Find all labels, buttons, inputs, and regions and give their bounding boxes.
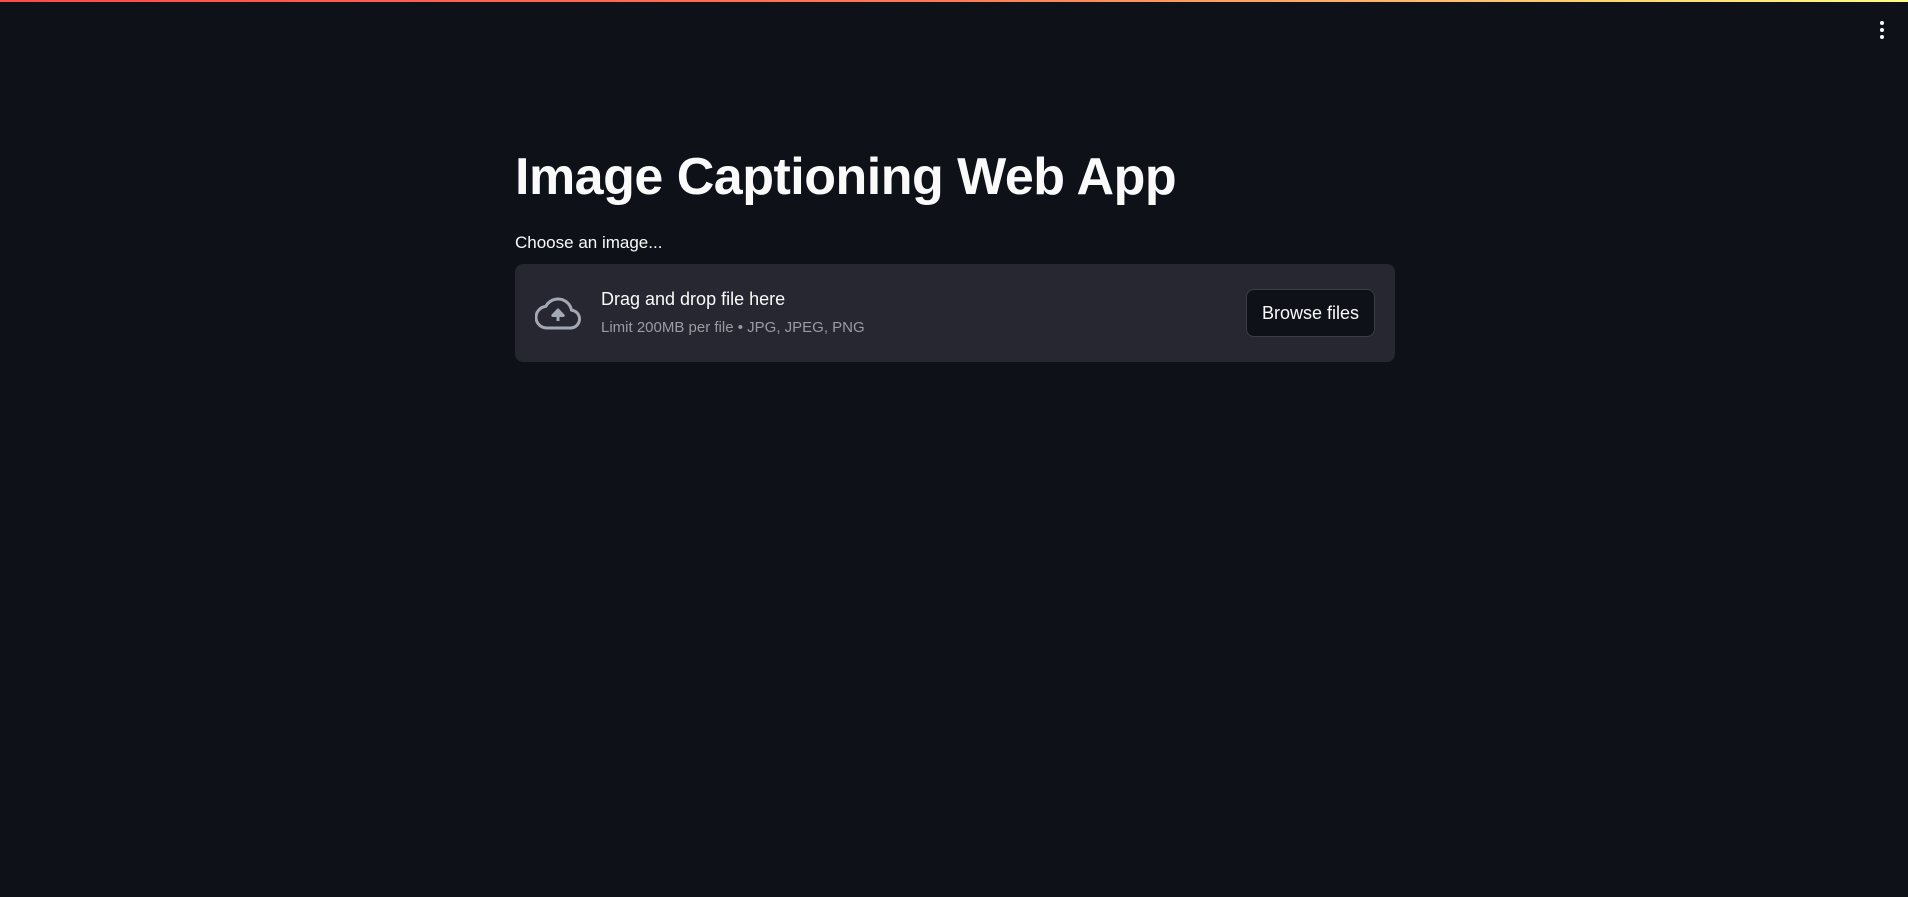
- dropzone-instructions: Drag and drop file here Limit 200MB per …: [601, 288, 1246, 338]
- top-decoration-bar: [0, 0, 1908, 2]
- main-content: Image Captioning Web App Choose an image…: [515, 140, 1395, 362]
- vertical-dots-icon: [1880, 28, 1884, 32]
- vertical-dots-icon: [1880, 35, 1884, 39]
- page-title: Image Captioning Web App: [515, 148, 1177, 206]
- dropzone-file-limit: Limit 200MB per file • JPG, JPEG, PNG: [601, 319, 865, 336]
- file-uploader-label: Choose an image...: [515, 233, 663, 252]
- browse-files-button[interactable]: Browse files: [1245, 289, 1375, 337]
- dropzone-title: Drag and drop file here: [601, 289, 786, 309]
- main-menu-button[interactable]: [1868, 12, 1896, 48]
- vertical-dots-icon: [1880, 21, 1884, 25]
- file-dropzone[interactable]: Drag and drop file here Limit 200MB per …: [515, 264, 1395, 362]
- cloud-upload-icon: [535, 290, 581, 336]
